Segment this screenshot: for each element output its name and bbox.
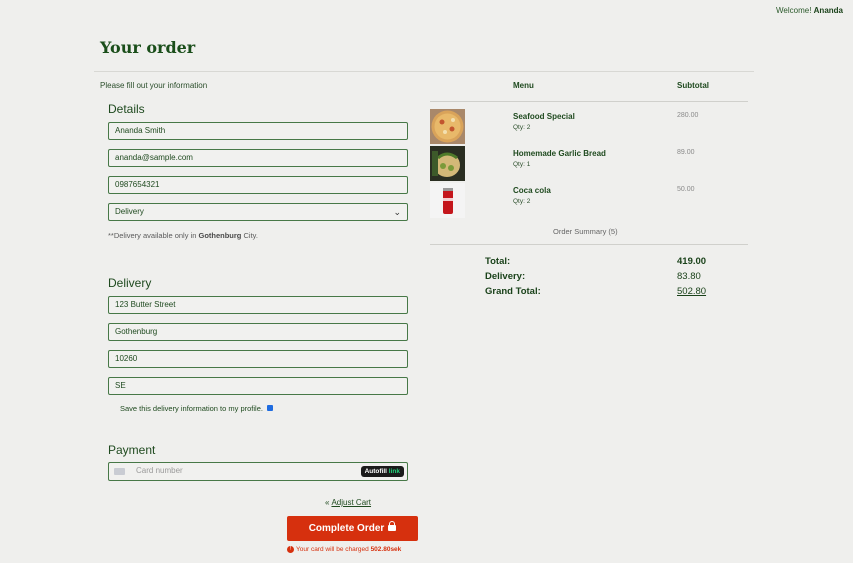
adjust-cart-link[interactable]: «Adjust Cart: [325, 498, 371, 507]
city-field[interactable]: Gothenburg: [108, 323, 408, 341]
charge-note: ! Your card will be charged 502.80sek: [287, 546, 401, 553]
item-subtotal: 280.00: [677, 112, 699, 119]
country-value: SE: [115, 381, 126, 390]
card-number-placeholder: Card number: [136, 466, 183, 475]
email-value: ananda@sample.com: [115, 153, 193, 162]
item-qty: Qty: 2: [513, 198, 531, 205]
complete-order-label: Complete Order: [308, 523, 385, 534]
item-qty: Qty: 1: [513, 161, 531, 168]
chevron-left-double-icon: «: [325, 498, 330, 507]
save-delivery-checkbox[interactable]: [267, 405, 274, 412]
complete-order-button[interactable]: Complete Order: [287, 516, 418, 541]
grand-total-value: 502.80: [677, 286, 707, 297]
card-number-field[interactable]: Card number Autofill link: [108, 462, 408, 481]
welcome-prefix: Welcome!: [776, 6, 812, 15]
delivery-method-select[interactable]: Delivery ⌄: [108, 203, 408, 221]
total-label: Total:: [485, 256, 511, 267]
email-field[interactable]: ananda@sample.com: [108, 149, 408, 167]
page-title: Your order: [100, 38, 196, 57]
lock-icon: [388, 521, 397, 531]
adjust-cart-label: Adjust Cart: [331, 498, 372, 507]
charge-amount: 502.80sek: [370, 546, 402, 554]
welcome-text: Welcome! Ananda: [776, 6, 843, 15]
street-field[interactable]: 123 Butter Street: [108, 296, 408, 314]
delivery-note: **Delivery available only in Gothenburg …: [108, 231, 258, 240]
subtotal-header: Subtotal: [677, 81, 709, 90]
item-name: Coca cola: [513, 186, 551, 195]
phone-value: 0987654321: [115, 180, 160, 189]
item-subtotal: 89.00: [677, 149, 695, 156]
autofill-link-button[interactable]: Autofill link: [360, 466, 404, 477]
total-value: 419.00: [677, 256, 707, 267]
fill-info-text: Please fill out your information: [100, 81, 208, 90]
autofill-label: Autofill: [364, 468, 387, 475]
note-suffix: City.: [243, 231, 258, 240]
postal-field[interactable]: 10260: [108, 350, 408, 368]
item-name: Seafood Special: [513, 112, 575, 121]
note-city: Gothenburg: [198, 231, 242, 240]
country-field[interactable]: SE: [108, 377, 408, 395]
alert-icon: !: [287, 546, 294, 553]
delivery-title: Delivery: [108, 276, 152, 290]
credit-card-icon: [114, 468, 125, 475]
postal-value: 10260: [115, 354, 138, 363]
charge-prefix: Your card will be charged: [296, 546, 369, 554]
garlic-bread-image: [430, 146, 465, 181]
delivery-method-value: Delivery: [115, 207, 144, 216]
note-prefix: **Delivery available only in: [108, 231, 197, 240]
payment-title: Payment: [108, 443, 156, 457]
divider: [94, 71, 754, 72]
details-title: Details: [108, 102, 145, 116]
name-value: Ananda Smith: [115, 126, 166, 135]
order-summary-label[interactable]: Order Summary (5): [553, 227, 618, 236]
link-label: link: [388, 468, 400, 475]
item-subtotal: 50.00: [677, 186, 695, 193]
name-field[interactable]: Ananda Smith: [108, 122, 408, 140]
divider: [430, 244, 748, 245]
delivery-fee-label: Delivery:: [485, 271, 526, 282]
city-value: Gothenburg: [115, 327, 158, 336]
item-name: Homemade Garlic Bread: [513, 149, 606, 158]
grand-total-label: Grand Total:: [485, 286, 541, 297]
menu-header: Menu: [513, 81, 534, 90]
delivery-fee-value: 83.80: [677, 271, 701, 282]
user-name[interactable]: Ananda: [814, 6, 843, 15]
pizza-image: [430, 109, 465, 144]
item-qty: Qty: 2: [513, 124, 531, 131]
street-value: 123 Butter Street: [115, 300, 176, 309]
chevron-down-icon: ⌄: [393, 207, 401, 217]
cola-can-image: [430, 183, 465, 218]
save-delivery-row[interactable]: Save this delivery information to my pro…: [120, 404, 274, 413]
phone-field[interactable]: 0987654321: [108, 176, 408, 194]
save-delivery-label: Save this delivery information to my pro…: [120, 404, 263, 413]
divider: [430, 101, 748, 102]
